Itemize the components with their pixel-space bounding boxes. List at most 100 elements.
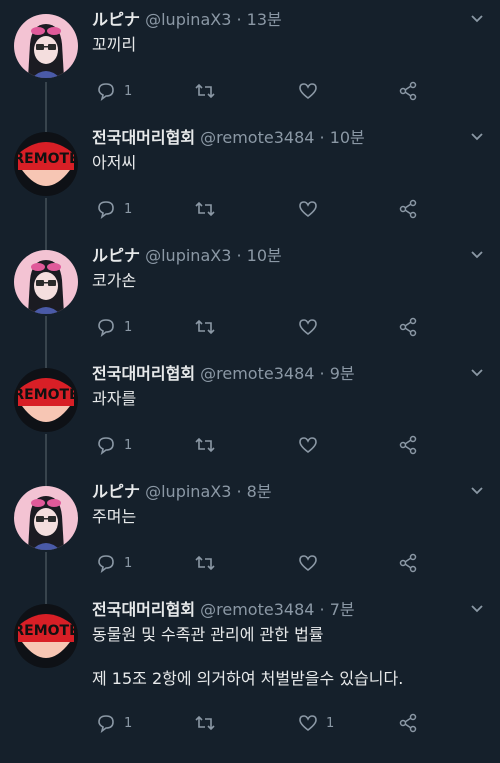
thread-line <box>45 434 47 472</box>
display-name[interactable]: ルピナ <box>92 10 140 29</box>
heart-icon <box>299 319 317 336</box>
tweet[interactable]: ルピナ @lupinaX3 · 13분 꼬끼리 1 <box>0 0 500 118</box>
thread-line <box>45 316 47 354</box>
avatar[interactable]: REMOTE <box>14 132 78 196</box>
tweet-header: ルピナ @lupinaX3 · 8분 <box>92 482 460 502</box>
tweet-header: ルピナ @lupinaX3 · 10분 <box>92 246 460 266</box>
svg-text:REMOTE: REMOTE <box>14 623 78 639</box>
share-button[interactable] <box>398 316 418 338</box>
tweet-text-line: 아저씨 <box>92 153 137 172</box>
reply-button[interactable]: 1 <box>96 552 132 574</box>
display-name[interactable]: 전국대머리협회 <box>92 364 195 383</box>
tweet-text: 과자를 <box>92 388 480 410</box>
like-button[interactable] <box>298 80 326 102</box>
tweet-actions: 1 <box>92 198 432 222</box>
tweet-text-line: 과자를 <box>92 389 137 408</box>
like-count: 1 <box>326 715 335 731</box>
retweet-icon <box>195 319 215 335</box>
like-button[interactable] <box>298 552 326 574</box>
share-icon <box>399 713 417 733</box>
share-button[interactable] <box>398 434 418 456</box>
tweet-thread: ルピナ @lupinaX3 · 13분 꼬끼리 1 REMOTE 전국대머리협회… <box>0 0 500 763</box>
chevron-down-icon[interactable] <box>470 484 484 498</box>
username[interactable]: @lupinaX3 <box>145 246 231 265</box>
timestamp[interactable]: · 13분 <box>236 10 281 29</box>
avatar[interactable]: REMOTE <box>14 368 78 432</box>
share-button[interactable] <box>398 198 418 220</box>
display-name[interactable]: 전국대머리협회 <box>92 600 195 619</box>
like-button[interactable] <box>298 198 326 220</box>
heart-icon <box>299 555 317 572</box>
tweet-text-line: 제 15조 2항에 의거하여 처벌받을수 있습니다. <box>92 669 404 688</box>
display-name[interactable]: ルピナ <box>92 482 140 501</box>
retweet-button[interactable] <box>194 316 216 338</box>
thread-line <box>45 590 47 604</box>
tweet-text-line <box>92 646 480 668</box>
heart-icon <box>299 715 317 732</box>
retweet-button[interactable] <box>194 80 216 102</box>
share-button[interactable] <box>398 80 418 102</box>
avatar[interactable] <box>14 14 78 78</box>
reply-button[interactable]: 1 <box>96 198 132 220</box>
username[interactable]: @lupinaX3 <box>145 482 231 501</box>
tweet-text-line: 꼬끼리 <box>92 35 137 54</box>
chevron-down-icon[interactable] <box>470 12 484 26</box>
retweet-button[interactable] <box>194 434 216 456</box>
reply-icon <box>98 555 114 573</box>
retweet-icon <box>195 201 215 217</box>
tweet-actions: 1 1 <box>92 712 432 736</box>
retweet-button[interactable] <box>194 712 216 734</box>
username[interactable]: @lupinaX3 <box>145 10 231 29</box>
tweet[interactable]: REMOTE 전국대머리협회 @remote3484 · 7분 동물원 및 수족… <box>0 590 500 763</box>
reply-icon <box>98 319 114 337</box>
reply-icon <box>98 437 114 455</box>
username[interactable]: @remote3484 <box>200 600 314 619</box>
timestamp[interactable]: · 10분 <box>320 128 365 147</box>
avatar[interactable]: REMOTE <box>14 604 78 668</box>
tweet[interactable]: REMOTE 전국대머리협회 @remote3484 · 9분 과자를 1 <box>0 354 500 472</box>
display-name[interactable]: ルピナ <box>92 246 140 265</box>
share-button[interactable] <box>398 552 418 574</box>
retweet-icon <box>195 83 215 99</box>
chevron-down-icon[interactable] <box>470 366 484 380</box>
like-button[interactable] <box>298 316 326 338</box>
reply-button[interactable]: 1 <box>96 80 132 102</box>
share-button[interactable] <box>398 712 418 734</box>
thread-line <box>45 118 47 132</box>
reply-button[interactable]: 1 <box>96 712 132 734</box>
remote-avatar-icon: REMOTE <box>14 604 78 668</box>
tweet-text: 코가손 <box>92 270 480 292</box>
thread-line <box>45 354 47 368</box>
retweet-button[interactable] <box>194 552 216 574</box>
reply-icon <box>98 201 114 219</box>
tweet-header: 전국대머리협회 @remote3484 · 9분 <box>92 364 460 384</box>
girl-avatar-icon <box>14 486 78 550</box>
thread-line <box>45 82 47 118</box>
retweet-button[interactable] <box>194 198 216 220</box>
share-icon <box>399 199 417 219</box>
chevron-down-icon[interactable] <box>470 248 484 262</box>
display-name[interactable]: 전국대머리협회 <box>92 128 195 147</box>
thread-line <box>45 472 47 486</box>
chevron-down-icon[interactable] <box>470 602 484 616</box>
timestamp[interactable]: · 10분 <box>236 246 281 265</box>
username[interactable]: @remote3484 <box>200 128 314 147</box>
tweet[interactable]: REMOTE 전국대머리협회 @remote3484 · 10분 아저씨 1 <box>0 118 500 236</box>
reply-button[interactable]: 1 <box>96 316 132 338</box>
timestamp[interactable]: · 7분 <box>320 600 355 619</box>
tweet-header: 전국대머리협회 @remote3484 · 7분 <box>92 600 460 620</box>
avatar[interactable] <box>14 250 78 314</box>
timestamp[interactable]: · 8분 <box>236 482 271 501</box>
chevron-down-icon[interactable] <box>470 130 484 144</box>
tweet[interactable]: ルピナ @lupinaX3 · 8분 주며는 1 <box>0 472 500 590</box>
like-button[interactable] <box>298 434 326 456</box>
reply-count: 1 <box>124 555 133 571</box>
timestamp[interactable]: · 9분 <box>320 364 355 383</box>
reply-button[interactable]: 1 <box>96 434 132 456</box>
avatar[interactable] <box>14 486 78 550</box>
reply-count: 1 <box>124 437 133 453</box>
like-button[interactable]: 1 <box>298 712 334 734</box>
tweet[interactable]: ルピナ @lupinaX3 · 10분 코가손 1 <box>0 236 500 354</box>
username[interactable]: @remote3484 <box>200 364 314 383</box>
tweet-header: 전국대머리협회 @remote3484 · 10분 <box>92 128 460 148</box>
